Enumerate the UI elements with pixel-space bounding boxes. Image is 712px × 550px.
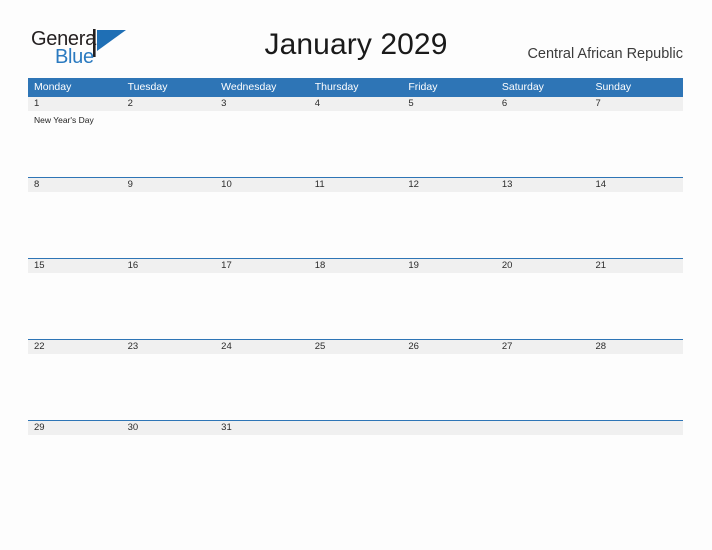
day-number[interactable]: 18: [309, 259, 403, 273]
day-cell[interactable]: [215, 111, 309, 176]
day-number[interactable]: 5: [402, 97, 496, 111]
week-date-band: 22 23 24 25 26 27 28: [28, 339, 683, 354]
calendar-week-row: 15 16 17 18 19 20 21: [28, 258, 683, 339]
weekday-friday: Friday: [408, 81, 438, 93]
day-number[interactable]: 7: [589, 97, 683, 111]
day-cell[interactable]: [28, 273, 122, 338]
event-label: New Year's Day: [34, 115, 94, 125]
day-number: [496, 421, 590, 435]
day-number[interactable]: 26: [402, 340, 496, 354]
day-number[interactable]: 16: [122, 259, 216, 273]
weekday-tuesday: Tuesday: [127, 81, 168, 93]
week-event-band: [28, 273, 683, 338]
day-number[interactable]: 28: [589, 340, 683, 354]
day-number[interactable]: 21: [589, 259, 683, 273]
day-cell[interactable]: [28, 354, 122, 419]
week-event-band: New Year's Day: [28, 111, 683, 176]
weekday-sunday: Sunday: [595, 81, 632, 93]
day-number[interactable]: 1: [28, 97, 122, 111]
day-number[interactable]: 31: [215, 421, 309, 435]
day-cell[interactable]: [309, 192, 403, 257]
day-number[interactable]: 4: [309, 97, 403, 111]
day-number[interactable]: 11: [309, 178, 403, 192]
week-date-band: 8 9 10 11 12 13 14: [28, 177, 683, 192]
country-label: Central African Republic: [527, 46, 683, 62]
calendar-week-row: 8 9 10 11 12 13 14: [28, 177, 683, 258]
calendar-week-row: 1 2 3 4 5 6 7 New Year's Day: [28, 96, 683, 177]
day-number[interactable]: 15: [28, 259, 122, 273]
day-number[interactable]: 19: [402, 259, 496, 273]
week-date-band: 1 2 3 4 5 6 7: [28, 96, 683, 111]
day-cell[interactable]: [402, 273, 496, 338]
day-cell[interactable]: [496, 354, 590, 419]
calendar-week-row: 22 23 24 25 26 27 28: [28, 339, 683, 420]
day-number[interactable]: 24: [215, 340, 309, 354]
week-date-band: 15 16 17 18 19 20 21: [28, 258, 683, 273]
day-cell[interactable]: [309, 273, 403, 338]
day-number[interactable]: 2: [122, 97, 216, 111]
calendar-week-row: 29 30 31: [28, 420, 683, 440]
day-number: [589, 421, 683, 435]
weekday-wednesday: Wednesday: [221, 81, 277, 93]
day-number[interactable]: 29: [28, 421, 122, 435]
day-number[interactable]: 23: [122, 340, 216, 354]
day-number[interactable]: 6: [496, 97, 590, 111]
day-number[interactable]: 20: [496, 259, 590, 273]
day-cell[interactable]: [122, 354, 216, 419]
day-cell[interactable]: [28, 192, 122, 257]
day-cell[interactable]: [589, 354, 683, 419]
day-cell[interactable]: [589, 192, 683, 257]
day-number[interactable]: 30: [122, 421, 216, 435]
weekday-thursday: Thursday: [314, 81, 359, 93]
day-number[interactable]: 17: [215, 259, 309, 273]
day-number[interactable]: 9: [122, 178, 216, 192]
day-cell[interactable]: [122, 273, 216, 338]
day-number[interactable]: 27: [496, 340, 590, 354]
day-cell[interactable]: [215, 192, 309, 257]
day-number: [402, 421, 496, 435]
day-number[interactable]: 22: [28, 340, 122, 354]
day-number[interactable]: 14: [589, 178, 683, 192]
day-cell[interactable]: [122, 111, 216, 176]
day-cell[interactable]: [496, 111, 590, 176]
day-cell[interactable]: [402, 354, 496, 419]
day-number: [309, 421, 403, 435]
day-cell[interactable]: [496, 192, 590, 257]
day-number[interactable]: 13: [496, 178, 590, 192]
calendar-page: General Blue January 2029 Central Africa…: [0, 0, 712, 550]
calendar-grid: Monday Tuesday Wednesday Thursday Friday…: [28, 78, 683, 440]
week-date-band: 29 30 31: [28, 420, 683, 435]
day-cell[interactable]: [402, 111, 496, 176]
week-event-band: [28, 192, 683, 257]
day-number[interactable]: 10: [215, 178, 309, 192]
day-number[interactable]: 8: [28, 178, 122, 192]
week-event-band: [28, 354, 683, 419]
day-number[interactable]: 3: [215, 97, 309, 111]
day-cell[interactable]: [309, 111, 403, 176]
weekday-header-row: Monday Tuesday Wednesday Thursday Friday…: [28, 78, 683, 96]
day-cell[interactable]: New Year's Day: [28, 111, 122, 176]
day-cell[interactable]: [122, 192, 216, 257]
weekday-saturday: Saturday: [501, 81, 544, 93]
day-cell[interactable]: [215, 273, 309, 338]
weekday-monday: Monday: [34, 81, 72, 93]
day-cell[interactable]: [309, 354, 403, 419]
day-cell[interactable]: [215, 354, 309, 419]
page-header: General Blue January 2029 Central Africa…: [0, 0, 712, 78]
day-number[interactable]: 25: [309, 340, 403, 354]
day-cell[interactable]: [589, 273, 683, 338]
day-cell[interactable]: [589, 111, 683, 176]
day-number[interactable]: 12: [402, 178, 496, 192]
day-cell[interactable]: [402, 192, 496, 257]
day-cell[interactable]: [496, 273, 590, 338]
